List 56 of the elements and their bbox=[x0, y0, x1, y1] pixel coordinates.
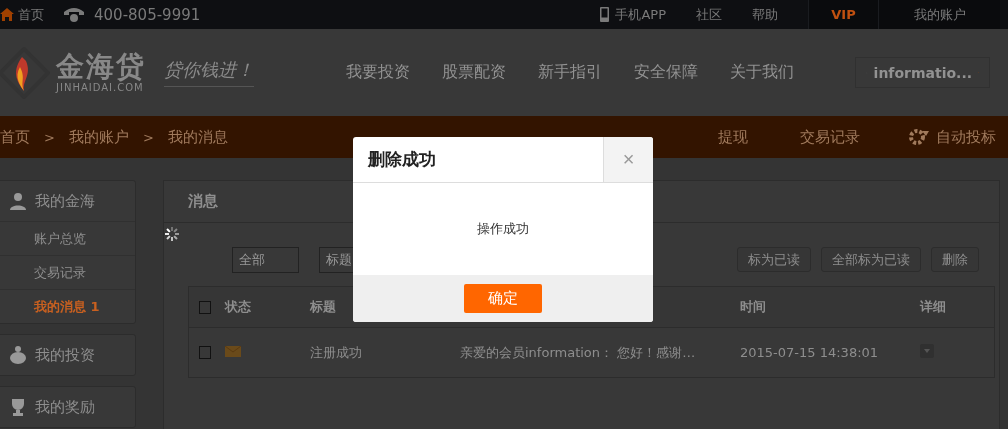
breadcrumb-link[interactable]: 首页 bbox=[0, 127, 30, 147]
breadcrumb-link[interactable]: 我的账户 bbox=[68, 127, 129, 147]
mobile-phone-icon bbox=[600, 7, 610, 22]
close-button[interactable]: × bbox=[603, 137, 653, 182]
envelope-icon bbox=[225, 346, 241, 357]
top-link[interactable]: 社区 bbox=[696, 0, 722, 29]
column-header: 时间 bbox=[740, 298, 767, 316]
action-link[interactable]: 交易记录 bbox=[800, 127, 860, 147]
dialog-message: 操作成功 bbox=[477, 220, 529, 238]
nav-link[interactable]: 安全保障 bbox=[634, 62, 698, 83]
table-cell-text: 亲爱的会员information： 您好！感谢… bbox=[460, 343, 697, 362]
sidebar-title: 我的投资 bbox=[35, 345, 95, 365]
sidebar-item[interactable]: 我的消息 1 bbox=[0, 289, 135, 323]
phone-icon bbox=[64, 6, 84, 23]
sidebar-title: 我的奖励 bbox=[35, 397, 95, 417]
action-link[interactable]: 自动投标 bbox=[936, 127, 996, 147]
top-link[interactable]: 我的账户 bbox=[878, 0, 1000, 29]
toolbar-button[interactable]: 标为已读 bbox=[737, 247, 811, 272]
slogan: 贷你钱进！ bbox=[164, 58, 254, 87]
expand-icon[interactable] bbox=[920, 344, 934, 358]
column-header: 标题 bbox=[310, 298, 337, 316]
nav-link[interactable]: 股票配资 bbox=[442, 62, 506, 83]
home-icon[interactable] bbox=[0, 8, 14, 21]
trophy-icon bbox=[9, 398, 27, 416]
top-link[interactable]: 帮助 bbox=[752, 0, 778, 29]
logo-name: 金海贷 bbox=[56, 52, 146, 82]
breadcrumb-link[interactable]: 我的消息 bbox=[167, 127, 228, 147]
toolbar-button[interactable]: 全部标为已读 bbox=[821, 247, 921, 272]
table-cell-text: 2015-07-15 14:38:01 bbox=[740, 345, 880, 360]
person-icon bbox=[9, 192, 27, 210]
top-link[interactable]: 手机APP bbox=[615, 0, 666, 29]
logo-domain: JINHAIDAI.COM bbox=[56, 82, 145, 93]
phone-number: 400-805-9991 bbox=[94, 5, 201, 24]
nav-link[interactable]: 新手指引 bbox=[538, 62, 602, 83]
column-header: 状态 bbox=[225, 298, 252, 316]
select-all-checkbox[interactable] bbox=[199, 300, 211, 314]
top-link[interactable]: VIP bbox=[808, 0, 878, 29]
table-cell-text: 注册成功 bbox=[310, 343, 363, 362]
loading-spinner-icon bbox=[164, 226, 180, 242]
sidebar-item[interactable]: 账户总览 bbox=[0, 221, 135, 255]
sidebar-title: 我的金海 bbox=[35, 191, 95, 211]
confirm-button[interactable]: 确定 bbox=[464, 284, 542, 313]
column-header: 详细 bbox=[920, 298, 947, 316]
type-select[interactable]: 全部 bbox=[232, 246, 299, 273]
toolbar-button[interactable]: 删除 bbox=[931, 247, 979, 272]
action-link[interactable]: 提现 bbox=[718, 127, 748, 147]
sidebar-item[interactable]: 交易记录 bbox=[0, 255, 135, 289]
nav-link[interactable]: 关于我们 bbox=[730, 62, 794, 83]
panel-title: 消息 bbox=[188, 192, 218, 211]
nav-link[interactable]: 我要投资 bbox=[346, 62, 410, 83]
separator-glyph: > bbox=[44, 129, 55, 145]
separator-glyph: > bbox=[142, 129, 154, 145]
row-checkbox[interactable] bbox=[199, 346, 211, 359]
dialog-title: 删除成功 bbox=[367, 148, 437, 171]
home-link[interactable]: 首页 bbox=[18, 5, 44, 24]
user-menu[interactable]: informatio... bbox=[855, 57, 990, 88]
